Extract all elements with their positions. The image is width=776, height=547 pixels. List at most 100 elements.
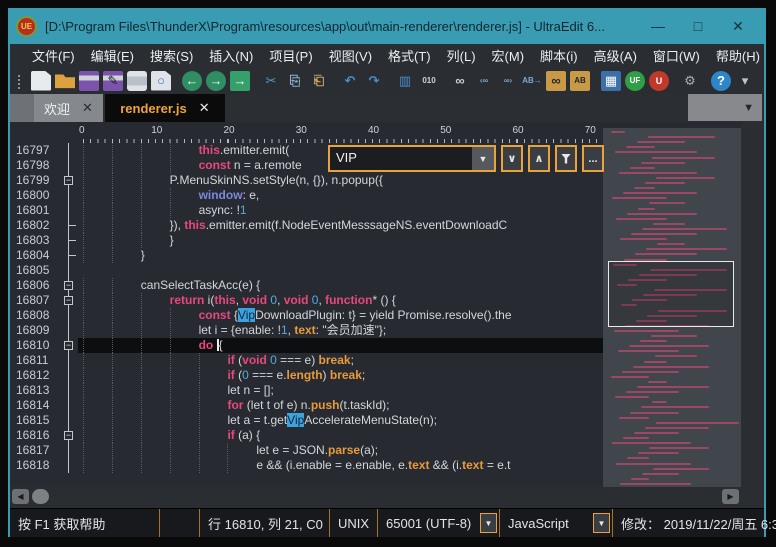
status-syntax[interactable]: JavaScript (499, 509, 591, 537)
back-icon[interactable]: ← (182, 71, 202, 91)
menu-item-4[interactable]: 插入(N) (201, 44, 261, 67)
file-compare-icon[interactable]: ▦ (601, 71, 621, 91)
fold-column[interactable]: − (60, 428, 78, 443)
more-button[interactable]: ... (582, 145, 604, 172)
tab-list-dropdown[interactable]: ▼ (688, 94, 762, 121)
minimize-button[interactable]: — (638, 18, 678, 34)
maximize-button[interactable]: □ (678, 18, 718, 34)
find-icon[interactable]: ∞ (450, 71, 470, 91)
find-prev-button[interactable]: ∧ (528, 145, 550, 172)
filter-button[interactable] (555, 145, 577, 172)
menu-item-7[interactable]: 格式(T) (380, 44, 439, 67)
tab-renderer.js[interactable]: renderer.js✕ (105, 94, 225, 122)
scroll-right-icon[interactable]: ▶ (722, 489, 739, 504)
help-icon[interactable]: ? (711, 71, 731, 91)
paste-icon[interactable]: ⎗ (309, 71, 329, 91)
search-input[interactable]: VIP (330, 147, 472, 170)
open-file-icon[interactable] (55, 71, 75, 91)
menu-item-1[interactable]: 文件(F) (24, 44, 83, 67)
menu-item-11[interactable]: 高级(A) (586, 44, 645, 67)
undo-icon[interactable]: ↶ (340, 71, 360, 91)
save-icon[interactable] (79, 71, 99, 91)
fold-collapse-icon[interactable]: − (64, 296, 73, 305)
fold-column[interactable]: − (60, 338, 78, 353)
menu-item-12[interactable]: 窗口(W) (645, 44, 708, 67)
status-encoding[interactable]: 65001 (UTF-8) (378, 509, 478, 537)
find-next-icon[interactable]: ∞› (498, 71, 518, 91)
code-token: DownloadPlugin: t} = yield Promise.resol… (255, 308, 511, 322)
scroll-left-icon[interactable]: ◀ (12, 489, 29, 504)
minimap-viewport[interactable] (608, 261, 734, 327)
copy-icon[interactable]: ⎘ (285, 71, 305, 91)
minimap-line (653, 223, 685, 225)
menu-item-10[interactable]: 脚本(i) (532, 44, 586, 67)
indent-guide (141, 233, 170, 248)
fold-column[interactable]: − (60, 293, 78, 308)
menu-item-6[interactable]: 视图(V) (321, 44, 380, 67)
print-icon[interactable] (127, 71, 147, 91)
ultracompare-icon[interactable]: UF (625, 71, 645, 91)
search-combo[interactable]: VIP ▼ (328, 145, 496, 172)
menu-item-8[interactable]: 列(L) (439, 44, 484, 67)
toolbar-overflow-icon[interactable]: ▾ (735, 71, 755, 91)
goto-icon[interactable]: → (230, 71, 250, 91)
line-number: 16803 (10, 233, 60, 248)
redo-icon[interactable]: ↷ (364, 71, 384, 91)
settings-icon[interactable]: ⚙ (680, 71, 700, 91)
replace-in-files-icon[interactable]: AB (570, 71, 590, 91)
minimap[interactable] (603, 128, 741, 487)
replace-icon[interactable]: AB→ (522, 71, 542, 91)
forward-icon[interactable]: → (206, 71, 226, 91)
fold-tick (69, 225, 76, 226)
indent-guide (112, 413, 141, 428)
save-as-icon[interactable]: ✎ (103, 71, 123, 91)
fold-tick (69, 255, 76, 256)
minimap-line (634, 187, 655, 189)
search-history-dropdown[interactable]: ▼ (472, 147, 494, 170)
find-in-files-icon[interactable]: ∞ (546, 71, 566, 91)
fold-collapse-icon[interactable]: − (64, 341, 73, 350)
fold-collapse-icon[interactable]: − (64, 176, 73, 185)
code-token: if (227, 353, 234, 367)
menu-item-13[interactable]: 帮助(H) (708, 44, 768, 67)
menu-item-9[interactable]: 宏(M) (484, 44, 533, 67)
fold-collapse-icon[interactable]: − (64, 431, 73, 440)
menu-item-5[interactable]: 项目(P) (261, 44, 320, 67)
horizontal-scroll-thumb[interactable] (32, 489, 49, 504)
minimap-line (618, 350, 679, 352)
print-preview-icon[interactable]: ○ (151, 71, 171, 91)
ruler-segment: 40 (372, 128, 444, 143)
code-editor[interactable]: 010203040506070 16797this.emitter.emit(1… (10, 122, 741, 487)
encoding-dropdown-icon[interactable]: ▼ (480, 513, 497, 533)
indent-guide (112, 338, 141, 353)
find-next-button[interactable]: ∨ (501, 145, 523, 172)
menu-item-3[interactable]: 搜索(S) (142, 44, 201, 67)
toolbar-grip[interactable] (16, 73, 21, 89)
code-token: window (199, 188, 243, 202)
code-token: : "会员加速"}; (316, 323, 387, 337)
fold-column (60, 443, 78, 458)
menu-item-2[interactable]: 编辑(E) (83, 44, 142, 67)
fold-column[interactable]: − (60, 278, 78, 293)
column-mode-icon[interactable]: ▥ (395, 71, 415, 91)
tab-close-icon[interactable]: ✕ (199, 100, 210, 116)
fold-column[interactable]: − (60, 173, 78, 188)
cut-icon[interactable]: ✂ (261, 71, 281, 91)
close-button[interactable]: ✕ (718, 18, 758, 35)
find-prev-icon[interactable]: ‹∞ (474, 71, 494, 91)
tab-close-icon[interactable]: ✕ (82, 100, 93, 116)
fold-collapse-icon[interactable]: − (64, 281, 73, 290)
horizontal-scrollbar[interactable]: ◀ ▶ (10, 487, 741, 507)
new-file-icon[interactable] (31, 71, 51, 91)
title-bar[interactable]: UE [D:\Program Files\ThunderX\Program\re… (8, 8, 766, 44)
minimap-line (612, 197, 667, 199)
uestudio-icon[interactable]: U (649, 71, 669, 91)
code-token: i( (204, 293, 214, 307)
fold-column (60, 143, 78, 158)
indent-guide (83, 443, 112, 458)
syntax-dropdown-icon[interactable]: ▼ (593, 513, 610, 533)
tab-欢迎[interactable]: 欢迎✕ (34, 94, 105, 122)
status-line-ending[interactable]: UNIX (330, 509, 378, 537)
toolbar-separator (331, 71, 338, 91)
hex-edit-icon[interactable]: 010 (419, 71, 439, 91)
